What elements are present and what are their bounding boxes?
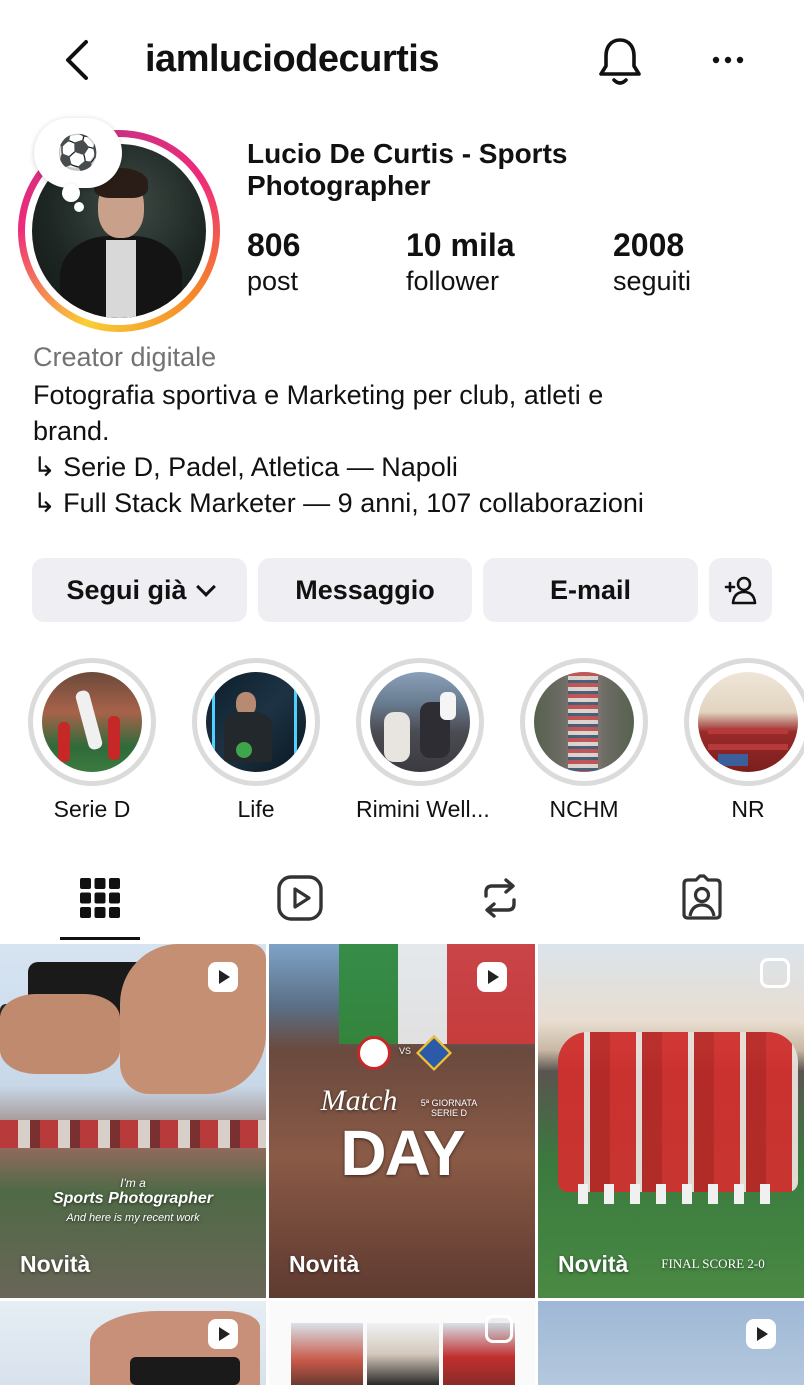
- tile-overlay-sub: 5ª GIORNATA SERIE D: [420, 1098, 478, 1118]
- highlight-label: Rimini Well...: [356, 796, 490, 822]
- tile-overlay-title: Sports Photographer: [52, 1190, 213, 1207]
- highlight-label: Life: [237, 796, 275, 822]
- reel-badge-icon: [208, 962, 238, 992]
- highlight-label: NR: [731, 796, 765, 822]
- profile-username: iamluciodecurtis: [145, 38, 439, 80]
- highlight-life[interactable]: Life: [192, 658, 320, 823]
- message-button[interactable]: Messaggio: [258, 558, 472, 622]
- stat-following-label: seguiti: [613, 266, 692, 296]
- tile-label: Novità: [558, 1251, 629, 1277]
- highlight-serie-d[interactable]: Serie D: [28, 658, 156, 823]
- note-bubble-tail-small: [74, 202, 84, 212]
- note-bubble[interactable]: ⚽: [34, 118, 122, 188]
- chevron-left-icon[interactable]: [58, 38, 98, 82]
- tile-label: Novità: [289, 1251, 360, 1277]
- following-button-label: Segui già: [66, 574, 187, 605]
- more-horizontal-icon[interactable]: [706, 48, 750, 72]
- post-tile[interactable]: [538, 1301, 804, 1385]
- stat-posts[interactable]: 806 post: [247, 226, 300, 298]
- stat-posts-label: post: [247, 266, 299, 296]
- email-button-label: E-mail: [549, 574, 632, 605]
- stat-followers[interactable]: 10 mila follower: [406, 226, 515, 298]
- stat-followers-label: follower: [406, 266, 500, 296]
- post-tile[interactable]: FINAL SCORE 2-0 Novità: [538, 944, 804, 1298]
- tile-overlay-vs: VS: [398, 1046, 411, 1056]
- display-name: Lucio De Curtis - Sports Photographer: [247, 138, 568, 201]
- message-button-label: Messaggio: [295, 574, 435, 605]
- highlight-label: NCHM: [549, 796, 619, 822]
- highlight-rimini-wellness[interactable]: Rimini Well...: [356, 658, 490, 823]
- profile-category: Creator digitale: [33, 342, 217, 372]
- tile-overlay-script: Match: [320, 1084, 398, 1117]
- stat-posts-value: 806: [247, 227, 301, 263]
- profile-bio: Fotografia sportiva e Marketing per club…: [33, 377, 773, 521]
- grid-icon[interactable]: [76, 874, 124, 922]
- highlight-nr[interactable]: NR: [684, 658, 804, 823]
- reposts-icon[interactable]: [476, 874, 524, 922]
- tile-label: Novità: [20, 1251, 91, 1277]
- email-button[interactable]: E-mail: [483, 558, 698, 622]
- soccer-ball-icon: ⚽: [56, 134, 100, 172]
- suggest-users-button[interactable]: [709, 558, 772, 622]
- note-bubble-tail: [62, 184, 80, 202]
- reel-badge-icon: [208, 1319, 238, 1349]
- stat-following-value: 2008: [613, 227, 685, 263]
- stat-followers-value: 10 mila: [406, 227, 515, 263]
- tagged-icon[interactable]: [678, 874, 726, 922]
- highlight-label: Serie D: [53, 796, 131, 822]
- carousel-badge-icon: [760, 958, 790, 988]
- chevron-down-icon: [195, 577, 216, 597]
- following-button[interactable]: Segui già: [32, 558, 247, 622]
- bell-icon[interactable]: [596, 34, 644, 88]
- bio-line: Fotografia sportiva e Marketing per club…: [33, 380, 604, 410]
- post-tile[interactable]: VS Match 5ª GIORNATA SERIE D DAY Novità: [269, 944, 535, 1298]
- tile-overlay-sub: FINAL SCORE 2-0: [661, 1256, 765, 1271]
- bio-line: brand.: [33, 416, 110, 446]
- tile-overlay-title: DAY: [340, 1117, 465, 1189]
- bio-line: ↳ Full Stack Marketer — 9 anni, 107 coll…: [33, 488, 644, 518]
- reel-badge-icon: [477, 962, 507, 992]
- carousel-badge-icon: [485, 1315, 513, 1343]
- add-person-icon: [724, 576, 756, 605]
- post-tile[interactable]: [269, 1301, 535, 1385]
- stat-following[interactable]: 2008 seguiti: [613, 226, 691, 298]
- tile-overlay-small: I'm a: [120, 1176, 146, 1190]
- highlight-nchm[interactable]: NCHM: [520, 658, 648, 823]
- post-tile[interactable]: I'm a Sports Photographer And here is my…: [0, 944, 266, 1298]
- tile-overlay-sub: And here is my recent work: [66, 1212, 200, 1224]
- active-tab-indicator: [60, 937, 140, 940]
- post-tile[interactable]: [0, 1301, 266, 1385]
- reels-icon[interactable]: [276, 874, 324, 922]
- reel-badge-icon: [746, 1319, 776, 1349]
- bio-line: ↳ Serie D, Padel, Atletica — Napoli: [33, 452, 458, 482]
